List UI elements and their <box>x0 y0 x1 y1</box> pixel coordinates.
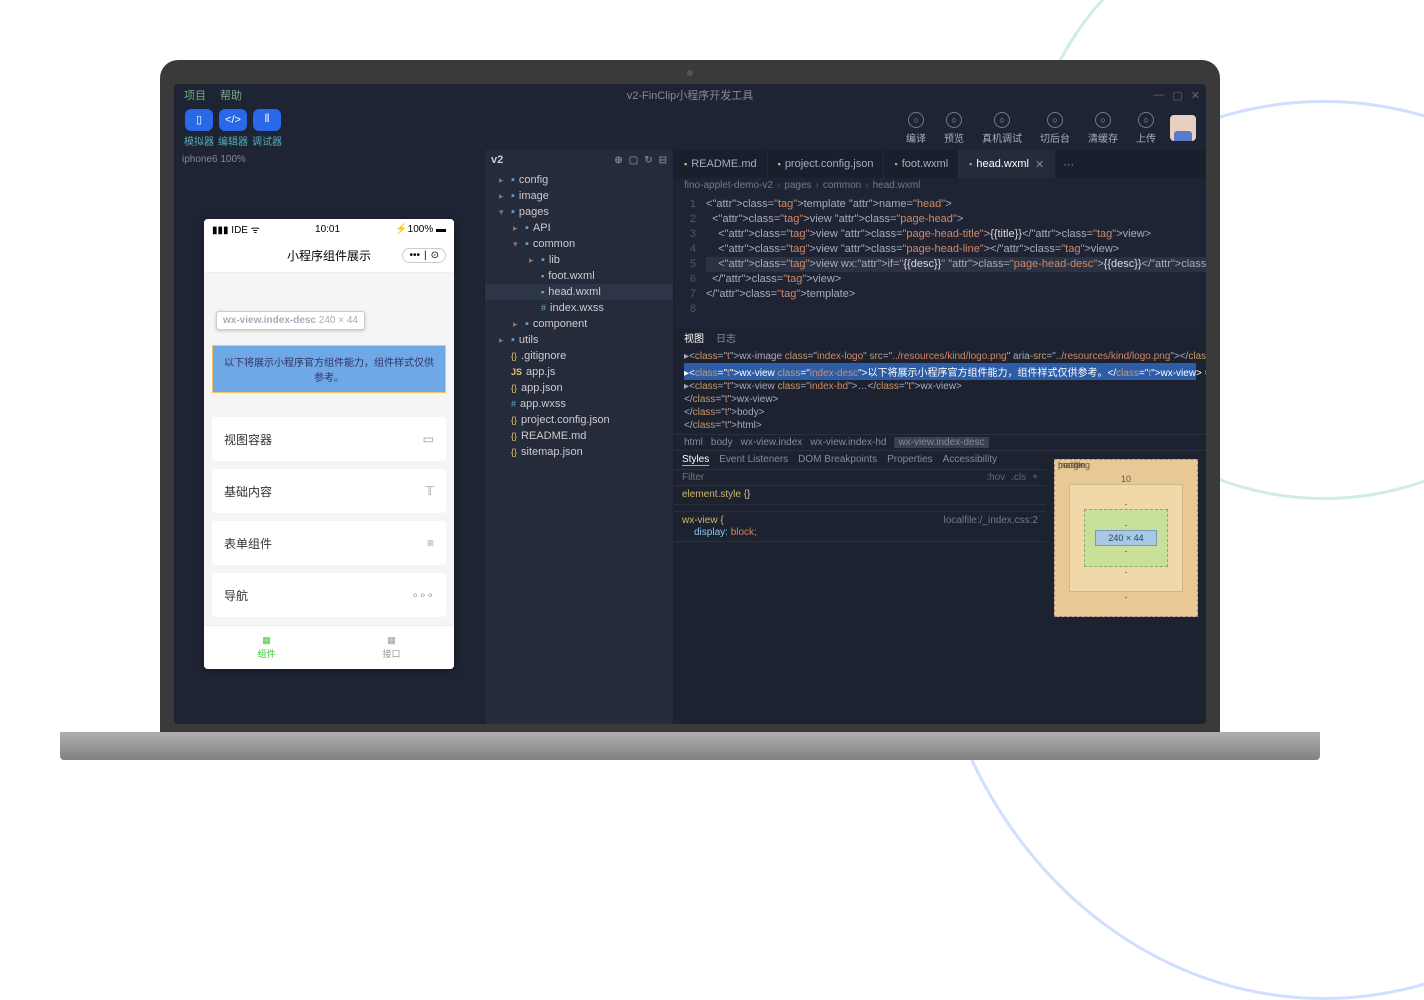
ide-window: 项目 帮助 v2-FinClip小程序开发工具 — ▢ ✕ ▯模拟器 </>编辑… <box>174 84 1206 724</box>
phone-preview: ▮▮▮ IDE ᯤ 10:01 ⚡100% ▬ 小程序组件展示 •••|⊙ wx… <box>204 219 454 669</box>
dom-path-segment[interactable]: body <box>711 437 733 448</box>
filter-opt[interactable]: + <box>1032 472 1038 483</box>
tree-item[interactable]: ▸▪config <box>485 172 673 188</box>
tree-item[interactable]: ▸▪image <box>485 188 673 204</box>
styles-tab[interactable]: Styles <box>682 454 709 466</box>
tree-item[interactable]: JSapp.js <box>485 364 673 380</box>
tab-close-icon[interactable]: ✕ <box>1035 158 1044 171</box>
dom-path-segment[interactable]: wx-view.index-desc <box>894 437 988 448</box>
tree-item[interactable]: {}sitemap.json <box>485 444 673 460</box>
collapse-icon[interactable]: ⊟ <box>659 155 667 166</box>
refresh-icon[interactable]: ↻ <box>644 155 652 166</box>
box-model: margin10 border- padding- 240 × 44 - - - <box>1046 451 1206 724</box>
highlighted-element[interactable]: 以下将展示小程序官方组件能力，组件样式仅供参考。 <box>212 345 446 393</box>
filter-opt[interactable]: .cls <box>1011 472 1026 483</box>
page-title: 小程序组件展示 <box>287 247 371 264</box>
tree-item[interactable]: ▸▪utils <box>485 332 673 348</box>
tree-item[interactable]: ▸▪lib <box>485 252 673 268</box>
dom-path-segment[interactable]: html <box>684 437 703 448</box>
laptop-frame: 项目 帮助 v2-FinClip小程序开发工具 — ▢ ✕ ▯模拟器 </>编辑… <box>160 60 1220 760</box>
tree-item[interactable]: ▸▪component <box>485 316 673 332</box>
menu-help[interactable]: 帮助 <box>220 87 242 103</box>
maximize-icon[interactable]: ▢ <box>1172 89 1182 102</box>
capsule-close-icon[interactable]: ⊙ <box>431 250 439 261</box>
tree-item[interactable]: #index.wxss <box>485 300 673 316</box>
breadcrumb: fino-applet-demo-v2›pages›common›head.wx… <box>674 178 1206 193</box>
dom-node[interactable]: </class="t">html> <box>684 419 1196 432</box>
capsule-more-icon[interactable]: ••• <box>409 250 420 261</box>
css-rule[interactable]: element.style {} <box>674 486 1046 505</box>
action-真机调试[interactable]: ○真机调试 <box>982 112 1022 145</box>
tree-item[interactable]: {}project.config.json <box>485 412 673 428</box>
project-root[interactable]: v2 <box>491 154 503 166</box>
css-rule[interactable]: </span><span class="sel">.index-desc {</… <box>674 505 1046 512</box>
status-time: 10:01 <box>315 224 340 235</box>
styles-tab[interactable]: Properties <box>887 454 933 466</box>
device-label: iphone6 100% <box>174 150 484 169</box>
dom-node[interactable]: </class="t">wx-view> <box>684 393 1196 406</box>
dom-node[interactable]: ▸<class="t">wx-view class="index-bd">…</… <box>684 380 1196 393</box>
tree-item[interactable]: ▾▪common <box>485 236 673 252</box>
filter-opt[interactable]: :hov <box>986 472 1005 483</box>
simulator-toggle[interactable]: ▯ <box>185 109 213 131</box>
debugger-toggle[interactable]: ⫴ <box>253 109 281 131</box>
tree-item[interactable]: ▪foot.wxml <box>485 268 673 284</box>
tree-item[interactable]: ▸▪API <box>485 220 673 236</box>
dom-node[interactable]: ▸<class="t">wx-image class="index-logo" … <box>684 350 1196 363</box>
tree-item[interactable]: {}app.json <box>485 380 673 396</box>
action-编译[interactable]: ○编译 <box>906 112 926 145</box>
action-清缓存[interactable]: ○清缓存 <box>1088 112 1118 145</box>
phone-tab[interactable]: ▦组件 <box>204 626 329 669</box>
devtools-tab-view[interactable]: 视图 <box>684 330 704 345</box>
css-rule[interactable]: localfile:/_index.css:2wx-view {display:… <box>674 512 1046 542</box>
simulator-panel: iphone6 100% ▮▮▮ IDE ᯤ 10:01 ⚡100% ▬ 小程序… <box>174 150 484 724</box>
status-signal: ▮▮▮ IDE ᯤ <box>212 222 260 236</box>
dom-path-segment[interactable]: wx-view.index <box>741 437 803 448</box>
styles-tab[interactable]: Accessibility <box>943 454 997 466</box>
new-folder-icon[interactable]: ▢ <box>629 155 638 166</box>
new-file-icon[interactable]: ⊕ <box>614 155 622 166</box>
file-explorer: v2 ⊕ ▢ ↻ ⊟ ▸▪config▸▪image▾▪pages▸▪API▾▪… <box>484 150 674 724</box>
editor-toggle[interactable]: </> <box>219 109 247 131</box>
tree-item[interactable]: ▪head.wxml <box>485 284 673 300</box>
styles-tab[interactable]: Event Listeners <box>719 454 788 466</box>
dom-path-segment[interactable]: wx-view.index-hd <box>810 437 886 448</box>
toolbar: ▯模拟器 </>编辑器 ⫴调试器 ○编译○预览○真机调试○切后台○清缓存○上传 <box>174 106 1206 150</box>
action-切后台[interactable]: ○切后台 <box>1040 112 1070 145</box>
dom-node[interactable]: ▸<class="t">wx-view class="index-desc">以… <box>684 363 1196 380</box>
action-预览[interactable]: ○预览 <box>944 112 964 145</box>
list-item[interactable]: 基础内容𝕋 <box>212 469 446 513</box>
devtools: 视图 日志 ▸<class="t">wx-image class="index-… <box>674 327 1206 724</box>
minimize-icon[interactable]: — <box>1153 89 1164 102</box>
editor-tab[interactable]: ▪README.md <box>674 150 768 178</box>
window-title: v2-FinClip小程序开发工具 <box>627 87 754 103</box>
list-item[interactable]: 表单组件≡ <box>212 521 446 565</box>
editor-tab[interactable]: ▪head.wxml✕ <box>959 150 1055 178</box>
phone-tab[interactable]: ▦接口 <box>329 626 454 669</box>
dom-node[interactable]: </class="t">body> <box>684 406 1196 419</box>
status-battery: ⚡100% ▬ <box>395 224 446 235</box>
titlebar: 项目 帮助 v2-FinClip小程序开发工具 — ▢ ✕ <box>174 84 1206 106</box>
styles-tab[interactable]: DOM Breakpoints <box>798 454 877 466</box>
editor-tab[interactable]: ▪project.config.json <box>768 150 885 178</box>
code-editor[interactable]: <"attr">class="tag">template "attr">name… <box>706 197 1206 317</box>
avatar[interactable] <box>1170 115 1196 141</box>
list-item[interactable]: 视图容器▭ <box>212 417 446 461</box>
inspect-tooltip: wx-view.index-desc 240 × 44 <box>216 311 365 330</box>
editor-tab[interactable]: ▪foot.wxml <box>884 150 959 178</box>
tree-item[interactable]: {}.gitignore <box>485 348 673 364</box>
close-icon[interactable]: ✕ <box>1191 89 1200 102</box>
menu-project[interactable]: 项目 <box>184 87 206 103</box>
tree-item[interactable]: {}README.md <box>485 428 673 444</box>
tabs-more-icon[interactable]: ⋯ <box>1055 150 1082 178</box>
styles-filter-input[interactable] <box>682 472 986 483</box>
action-上传[interactable]: ○上传 <box>1136 112 1156 145</box>
tree-item[interactable]: #app.wxss <box>485 396 673 412</box>
devtools-tab-log[interactable]: 日志 <box>716 330 736 345</box>
editor-panel: ▪README.md▪project.config.json▪foot.wxml… <box>674 150 1206 724</box>
tree-item[interactable]: ▾▪pages <box>485 204 673 220</box>
list-item[interactable]: 导航∘∘∘ <box>212 573 446 617</box>
